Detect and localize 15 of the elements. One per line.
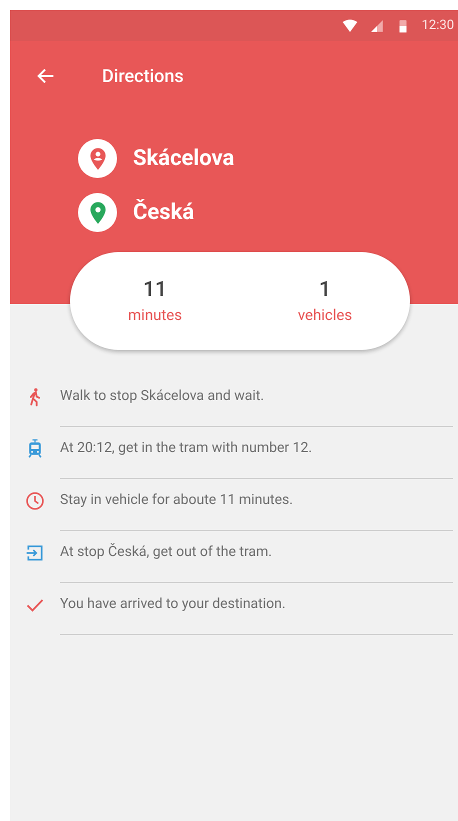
step-text: At stop Česká, get out of the tram. — [60, 544, 272, 560]
step-text: Walk to stop Skácelova and wait. — [60, 388, 264, 404]
summary-value: 11 — [143, 278, 167, 302]
step-text: You have arrived to your destination. — [60, 596, 286, 612]
step-text: At 20:12, get in the tram with number 12. — [60, 440, 312, 456]
signal-icon — [370, 18, 384, 32]
step-text: Stay in vehicle for aboute 11 minutes. — [60, 492, 293, 508]
place-name: Skácelova — [133, 146, 234, 171]
status-time: 12:30 — [422, 18, 454, 33]
screen-title: Directions — [102, 66, 184, 86]
summary-value: 1 — [319, 278, 331, 302]
summary-label: vehicles — [298, 306, 352, 324]
wifi-icon — [342, 18, 358, 34]
summary-label: minutes — [128, 306, 182, 324]
place-name: Česká — [133, 200, 194, 225]
